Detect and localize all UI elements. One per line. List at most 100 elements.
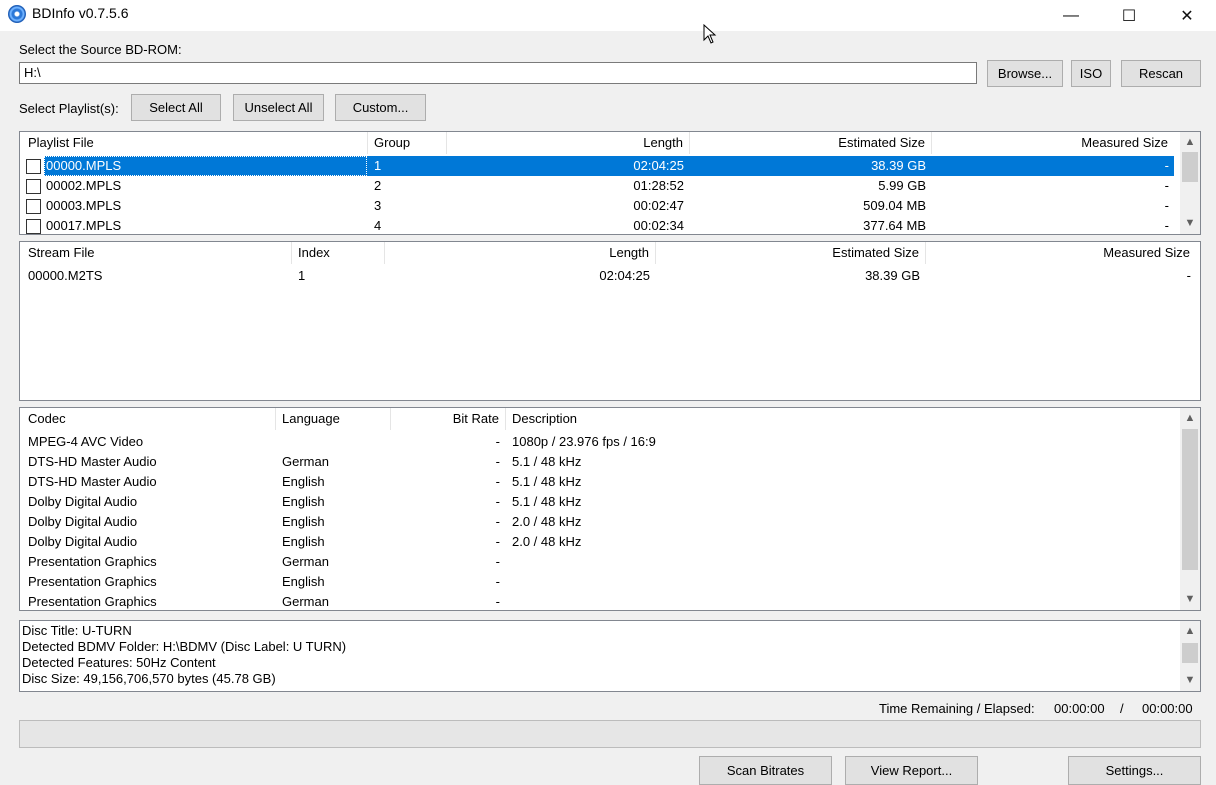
column-header-estimated-size[interactable]: Estimated Size [690, 132, 931, 154]
codec-name: Dolby Digital Audio [28, 534, 138, 549]
column-header-codec[interactable]: Codec [22, 408, 275, 430]
select-playlists-label: Select Playlist(s): [19, 101, 119, 116]
column-header-measured-size[interactable]: Measured Size [926, 242, 1196, 264]
column-header-group[interactable]: Group [368, 132, 446, 154]
playlist-checkbox[interactable] [26, 179, 41, 194]
codec-name: DTS-HD Master Audio [28, 454, 157, 469]
column-header-language[interactable]: Language [276, 408, 390, 430]
codec-bit-rate: - [495, 434, 500, 449]
codec-description: 5.1 / 48 kHz [512, 474, 582, 489]
stream-row[interactable]: 00000.M2TS 1 02:04:25 38.39 GB - [20, 266, 1200, 286]
playlist-estimated-size: 38.39 GB [871, 158, 926, 173]
unselect-all-button[interactable]: Unselect All [233, 94, 324, 121]
browse-button[interactable]: Browse... [987, 60, 1063, 87]
codec-language: English [282, 574, 325, 589]
chevron-up-icon[interactable]: ▲ [1180, 133, 1200, 151]
codec-language [282, 432, 387, 452]
chevron-down-icon[interactable]: ▼ [1180, 590, 1200, 608]
codec-scrollbar[interactable]: ▲ ▼ [1180, 408, 1200, 610]
codec-list[interactable]: Codec Language Bit Rate Description MPEG… [19, 407, 1201, 611]
playlist-measured-size: - [1164, 178, 1169, 193]
scrollbar-thumb[interactable] [1182, 429, 1198, 570]
chevron-down-icon[interactable]: ▼ [1180, 671, 1200, 689]
stream-length: 02:04:25 [599, 268, 650, 283]
view-report-button[interactable]: View Report... [845, 756, 978, 785]
codec-bit-rate: - [495, 534, 500, 549]
playlist-checkbox[interactable] [26, 199, 41, 214]
codec-row[interactable]: Presentation Graphics English - [20, 572, 1180, 592]
settings-button[interactable]: Settings... [1068, 756, 1201, 785]
playlist-row[interactable]: 00002.MPLS 2 01:28:52 5.99 GB - [20, 176, 1180, 196]
codec-description: 5.1 / 48 kHz [512, 494, 582, 509]
column-header-length[interactable]: Length [385, 242, 655, 264]
maximize-button[interactable]: ☐ [1100, 0, 1158, 31]
codec-language: German [282, 454, 329, 469]
codec-language: English [282, 474, 325, 489]
stream-index: 1 [298, 268, 306, 283]
codec-name: MPEG-4 AVC Video [28, 434, 144, 449]
close-button[interactable]: ✕ [1158, 0, 1216, 31]
codec-description [512, 592, 1162, 610]
playlist-row[interactable]: 00000.MPLS 1 02:04:25 38.39 GB - [20, 156, 1180, 176]
stream-file-list[interactable]: Stream File Index Length Estimated Size … [19, 241, 1201, 401]
disc-info-line: Disc Size: 49,156,706,570 bytes (45.78 G… [22, 671, 276, 686]
disc-info-line: Detected BDMV Folder: H:\BDMV (Disc Labe… [22, 639, 347, 654]
column-header-measured-size[interactable]: Measured Size [932, 132, 1174, 154]
column-header-index[interactable]: Index [292, 242, 384, 264]
stream-estimated-size: 38.39 GB [865, 268, 920, 283]
playlist-row[interactable]: 00017.MPLS 4 00:02:34 377.64 MB - [20, 216, 1180, 234]
codec-row[interactable]: Dolby Digital Audio English - 2.0 / 48 k… [20, 532, 1180, 552]
codec-bit-rate: - [495, 454, 500, 469]
disc-info-textbox[interactable]: Disc Title: U-TURN Detected BDMV Folder:… [19, 620, 1201, 692]
minimize-button[interactable]: — [1042, 0, 1100, 31]
disc-info-line: Disc Title: U-TURN [22, 623, 132, 638]
codec-row[interactable]: DTS-HD Master Audio English - 5.1 / 48 k… [20, 472, 1180, 492]
source-path-input[interactable]: H:\ [19, 62, 977, 84]
column-header-length[interactable]: Length [447, 132, 689, 154]
chevron-down-icon[interactable]: ▼ [1180, 214, 1200, 232]
window-title: BDInfo v0.7.5.6 [32, 5, 129, 21]
disc-info-scrollbar[interactable]: ▲ ▼ [1180, 621, 1200, 691]
playlist-measured-size: - [1164, 198, 1169, 213]
codec-row[interactable]: Dolby Digital Audio English - 5.1 / 48 k… [20, 492, 1180, 512]
playlist-group: 1 [374, 158, 382, 173]
codec-language: German [282, 594, 329, 609]
mouse-cursor-icon [703, 24, 717, 44]
playlist-checkbox[interactable] [26, 219, 41, 234]
disc-icon [8, 5, 26, 23]
playlist-estimated-size: 377.64 MB [863, 218, 926, 233]
codec-row[interactable]: MPEG-4 AVC Video - 1080p / 23.976 fps / … [20, 432, 1180, 452]
codec-bit-rate: - [495, 494, 500, 509]
column-header-stream-file[interactable]: Stream File [22, 242, 291, 264]
iso-button[interactable]: ISO [1071, 60, 1111, 87]
codec-row[interactable]: Presentation Graphics German - [20, 552, 1180, 572]
chevron-up-icon[interactable]: ▲ [1180, 409, 1200, 427]
playlist-row[interactable]: 00003.MPLS 3 00:02:47 509.04 MB - [20, 196, 1180, 216]
codec-description: 1080p / 23.976 fps / 16:9 [512, 434, 656, 449]
playlist-group: 3 [374, 198, 382, 213]
codec-bit-rate: - [495, 594, 500, 609]
column-header-estimated-size[interactable]: Estimated Size [656, 242, 925, 264]
column-header-bit-rate[interactable]: Bit Rate [391, 408, 505, 430]
codec-bit-rate: - [495, 514, 500, 529]
codec-row[interactable]: DTS-HD Master Audio German - 5.1 / 48 kH… [20, 452, 1180, 472]
playlist-list[interactable]: Playlist File Group Length Estimated Siz… [19, 131, 1201, 235]
rescan-button[interactable]: Rescan [1121, 60, 1201, 87]
playlist-scrollbar[interactable]: ▲ ▼ [1180, 132, 1200, 234]
chevron-up-icon[interactable]: ▲ [1180, 622, 1200, 640]
codec-row[interactable]: Dolby Digital Audio English - 2.0 / 48 k… [20, 512, 1180, 532]
stream-measured-size: - [1186, 268, 1191, 283]
time-remaining: 00:00:00 [1054, 701, 1105, 716]
column-header-playlist-file[interactable]: Playlist File [22, 132, 367, 154]
custom-button[interactable]: Custom... [335, 94, 426, 121]
scan-bitrates-button[interactable]: Scan Bitrates [699, 756, 832, 785]
select-all-button[interactable]: Select All [131, 94, 221, 121]
column-header-description[interactable]: Description [506, 408, 1166, 430]
scrollbar-thumb[interactable] [1182, 643, 1198, 663]
codec-row[interactable]: Presentation Graphics German - [20, 592, 1180, 610]
codec-description [512, 572, 1162, 592]
playlist-length: 00:02:47 [633, 198, 684, 213]
playlist-checkbox[interactable] [26, 159, 41, 174]
codec-name: Presentation Graphics [28, 594, 157, 609]
scrollbar-thumb[interactable] [1182, 152, 1198, 182]
